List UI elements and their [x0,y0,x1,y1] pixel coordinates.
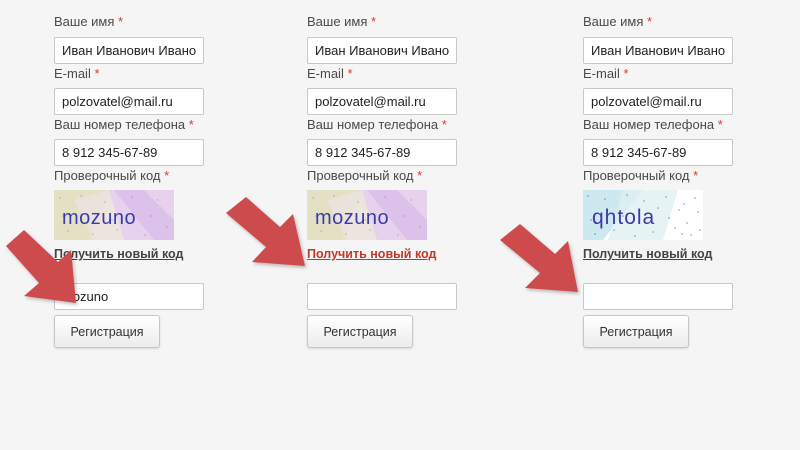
phone-field[interactable] [54,139,204,166]
captcha-text: qhtola [592,206,655,229]
captcha-image: mozuno [307,190,427,240]
email-label: E-mail * [54,66,100,81]
name-label: Ваше имя * [583,14,653,29]
name-field[interactable] [54,37,204,64]
required-mark: * [164,168,170,183]
phone-label: Ваш номер телефона * [307,117,447,132]
name-field[interactable] [307,37,457,64]
name-label: Ваше имя * [54,14,124,29]
captcha-text: mozuno [62,207,136,229]
new-code-link[interactable]: Получить новый код [583,247,712,261]
captcha-label: Проверочный код * [54,168,170,183]
required-mark: * [94,66,100,81]
required-mark: * [623,66,629,81]
captcha-image: mozuno [54,190,174,240]
captcha-input[interactable] [307,283,457,310]
captcha-text: mozuno [315,207,389,229]
required-mark: * [717,117,723,132]
required-mark: * [417,168,423,183]
register-button[interactable]: Регистрация [307,315,413,348]
phone-field[interactable] [583,139,733,166]
arrow-down-right-icon [500,224,578,292]
captcha-image: qhtola [583,190,703,240]
captcha-input[interactable] [583,283,733,310]
name-label: Ваше имя * [307,14,377,29]
email-field[interactable] [583,88,733,115]
required-mark: * [188,117,194,132]
email-field[interactable] [307,88,457,115]
captcha-label: Проверочный код * [307,168,423,183]
email-field[interactable] [54,88,204,115]
phone-label: Ваш номер телефона * [54,117,194,132]
required-mark: * [371,14,377,29]
phone-field[interactable] [307,139,457,166]
email-label: E-mail * [583,66,629,81]
register-button[interactable]: Регистрация [54,315,160,348]
required-mark: * [647,14,653,29]
captcha-input[interactable] [54,283,204,310]
required-mark: * [118,14,124,29]
required-mark: * [441,117,447,132]
name-field[interactable] [583,37,733,64]
arrow-down-right-icon [226,197,305,266]
captcha-label: Проверочный код * [583,168,699,183]
new-code-link[interactable]: Получить новый код [307,247,436,261]
phone-label: Ваш номер телефона * [583,117,723,132]
required-mark: * [347,66,353,81]
email-label: E-mail * [307,66,353,81]
new-code-link[interactable]: Получить новый код [54,247,183,261]
required-mark: * [693,168,699,183]
register-button[interactable]: Регистрация [583,315,689,348]
